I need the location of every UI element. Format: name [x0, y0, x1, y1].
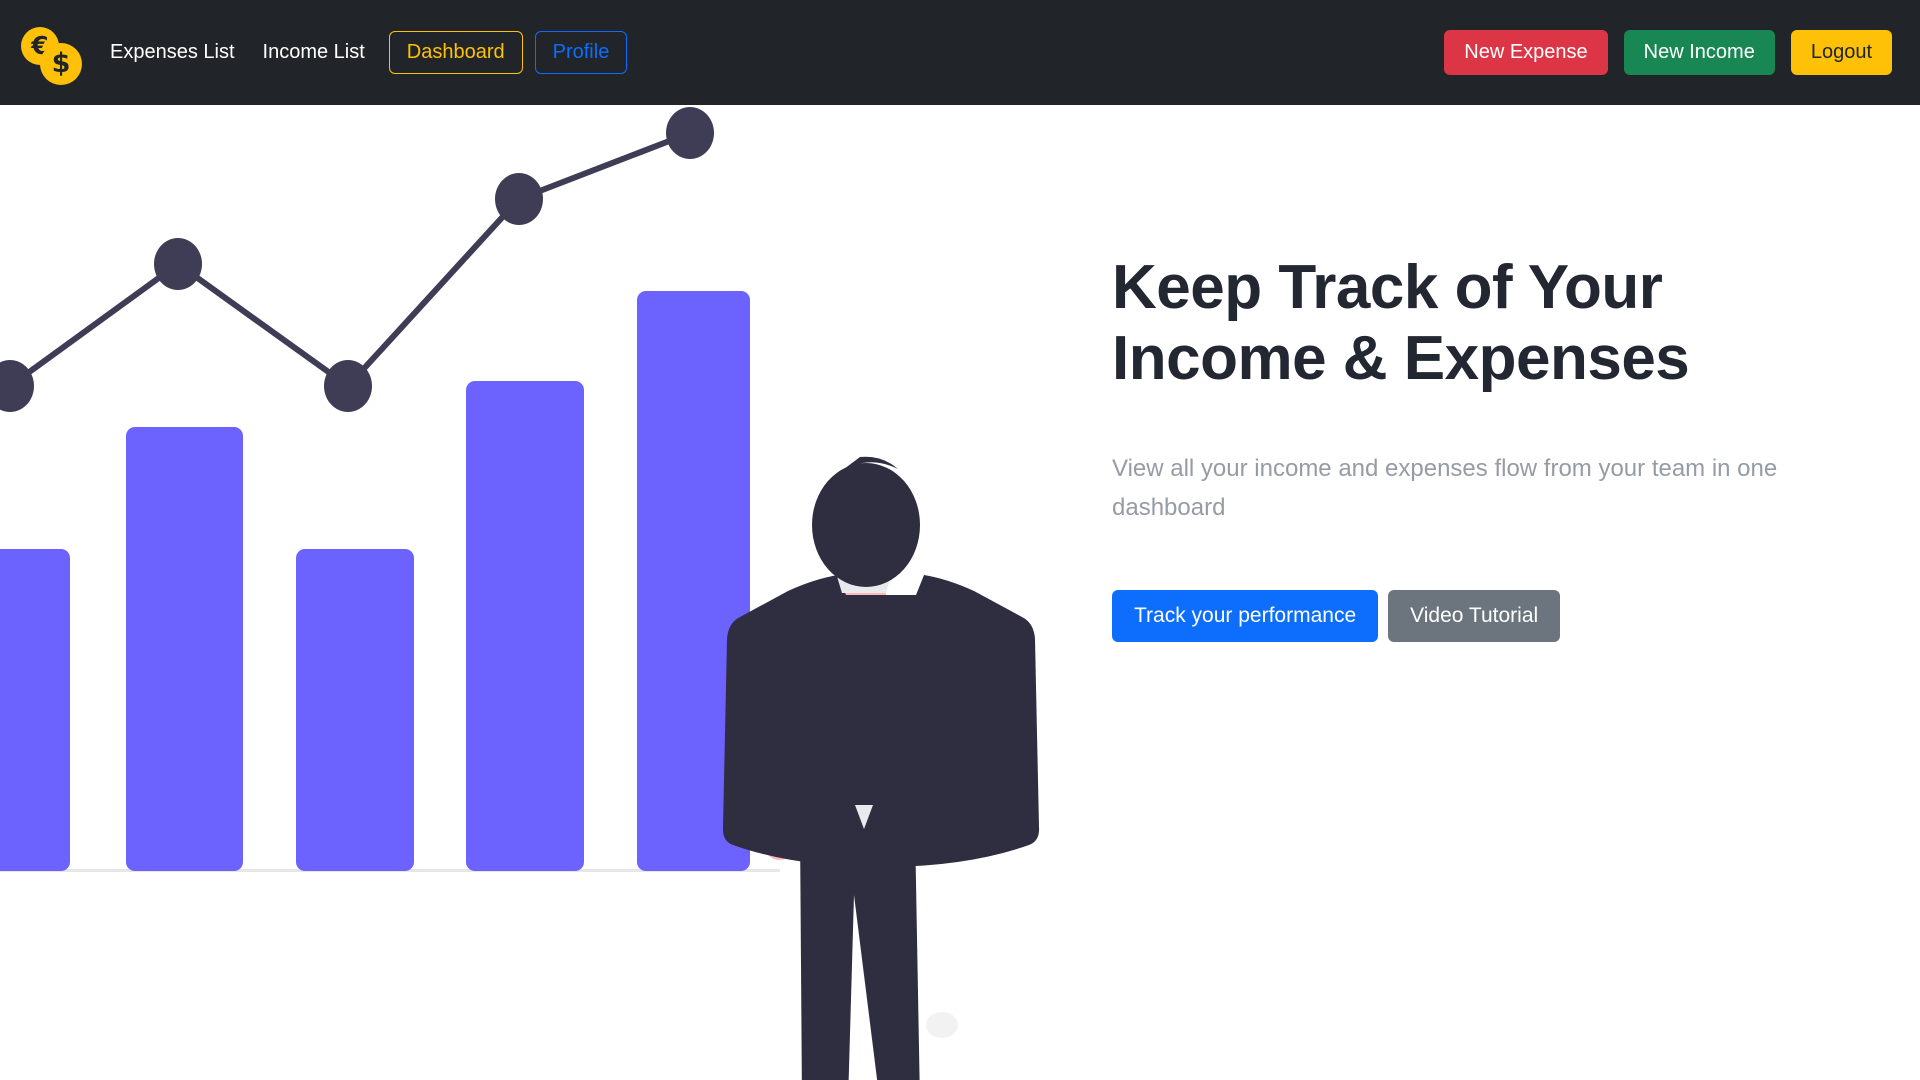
new-expense-button[interactable]: New Expense	[1444, 30, 1608, 75]
nav-links: Expenses List Income List Dashboard Prof…	[96, 30, 628, 75]
new-income-button[interactable]: New Income	[1623, 30, 1775, 75]
logout-button[interactable]: Logout	[1790, 30, 1892, 75]
nav-actions: New Expense New Income Logout	[1444, 30, 1902, 75]
chart-dot	[154, 238, 202, 290]
hero-cta-group: Track your performance Video Tutorial	[1112, 590, 1860, 643]
chart-dot	[324, 360, 372, 412]
decorative-shape	[926, 1012, 958, 1038]
track-performance-button[interactable]: Track your performance	[1112, 590, 1379, 643]
chart-dot	[495, 173, 543, 225]
brand-logo[interactable]: € $	[18, 21, 82, 85]
income-expenses-chart-illustration	[0, 105, 1090, 1080]
chart-trend-line	[8, 130, 692, 390]
chart-dot	[0, 360, 34, 412]
person-jacket	[722, 575, 1040, 867]
illustration-svg	[0, 107, 1040, 1080]
hero-copy: Keep Track of Your Income & Expenses Vie…	[1090, 105, 1920, 1080]
chart-bar	[466, 381, 584, 871]
nav-link-income-list[interactable]: Income List	[249, 35, 379, 70]
chart-bar	[0, 549, 70, 871]
nav-link-expenses-list[interactable]: Expenses List	[96, 35, 249, 70]
nav-button-dashboard[interactable]: Dashboard	[388, 30, 523, 75]
hero-subtitle: View all your income and expenses flow f…	[1112, 455, 1778, 522]
person-head	[812, 463, 920, 587]
chart-bar	[296, 549, 414, 871]
hero-section: Keep Track of Your Income & Expenses Vie…	[0, 105, 1920, 1080]
top-navbar: € $ Expenses List Income List Dashboard …	[0, 0, 1920, 105]
dollar-coin-icon: $	[40, 42, 82, 85]
nav-button-profile[interactable]: Profile	[534, 30, 628, 75]
person-illustration	[722, 456, 1040, 1080]
chart-data-points	[0, 107, 714, 412]
chart-bars	[0, 291, 750, 871]
chart-dot	[666, 107, 714, 159]
page-title: Keep Track of Your Income & Expenses	[1112, 253, 1690, 393]
video-tutorial-button[interactable]: Video Tutorial	[1388, 590, 1561, 643]
chart-bar	[126, 427, 243, 871]
